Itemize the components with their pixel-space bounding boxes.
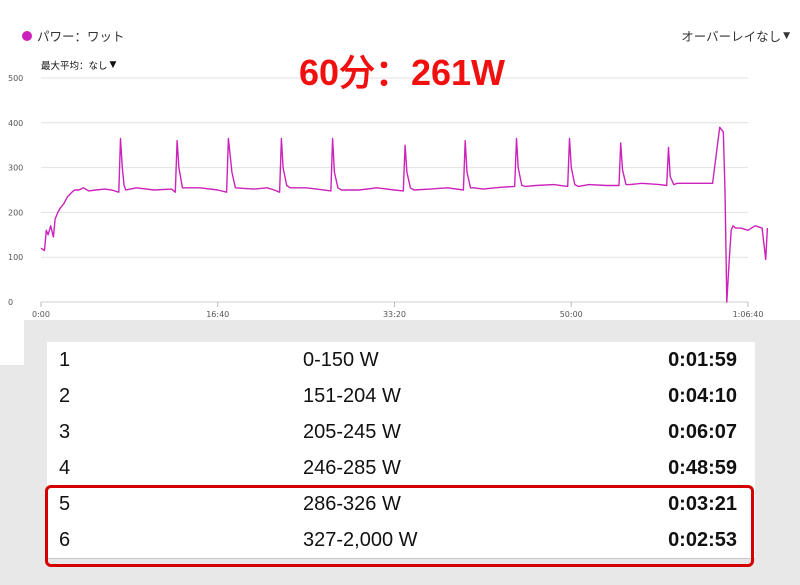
y-tick-label: 300 <box>8 164 23 173</box>
x-axis-ticks: 0:00 16:40 33:20 50:00 1:06:40 <box>32 302 763 319</box>
y-tick-label: 0 <box>8 298 13 307</box>
zone-number: 4 <box>59 456 71 479</box>
legend[interactable]: パワー：ワット <box>22 26 125 45</box>
zone-number: 6 <box>59 528 71 551</box>
zone-number: 5 <box>59 492 71 515</box>
zone-range: 205-245 W <box>303 420 401 443</box>
zone-range: 327-2,000 W <box>303 528 418 551</box>
y-tick-label: 400 <box>8 119 23 128</box>
x-tick-label: 16:40 <box>206 310 229 319</box>
zone-range: 246-285 W <box>303 456 401 479</box>
power-line <box>40 126 769 303</box>
overlay-label: オーバーレイなし <box>681 29 782 44</box>
y-tick-label: 200 <box>8 208 23 217</box>
table-row: 3 205-245 W 0:06:07 <box>47 414 755 451</box>
power-series <box>40 126 769 303</box>
zone-range: 151-204 W <box>303 384 401 407</box>
x-tick-label: 0:00 <box>32 310 50 319</box>
zone-time: 0:03:21 <box>668 492 737 515</box>
zone-time: 0:48:59 <box>668 456 737 479</box>
x-tick-label: 33:20 <box>383 310 406 319</box>
zone-number: 1 <box>59 348 71 371</box>
caret-down-icon: ▼ <box>783 30 790 41</box>
zone-time: 0:06:07 <box>668 420 737 443</box>
chart-title: 60分：261W <box>298 52 506 93</box>
table-row: 6 327-2,000 W 0:02:53 <box>47 522 755 559</box>
table-row: 4 246-285 W 0:48:59 <box>47 450 755 487</box>
legend-dot-icon <box>22 30 32 41</box>
table-row: 1 0-150 W 0:01:59 <box>47 342 755 379</box>
table-row: 5 286-326 W 0:03:21 <box>47 486 755 523</box>
x-tick-label: 50:00 <box>560 310 583 319</box>
zone-time: 0:01:59 <box>668 348 737 371</box>
zone-number: 2 <box>59 384 71 407</box>
overlay-dropdown[interactable]: オーバーレイなし ▼ <box>681 26 790 45</box>
x-tick-label: 1:06:40 <box>733 310 764 319</box>
zone-time: 0:04:10 <box>668 384 737 407</box>
zone-range: 0-150 W <box>303 348 379 371</box>
y-axis-ticks: 0100200300400500 <box>8 74 23 307</box>
zone-time: 0:02:53 <box>668 528 737 551</box>
legend-label: パワー：ワット <box>37 29 125 44</box>
zone-range: 286-326 W <box>303 492 401 515</box>
zone-number: 3 <box>59 420 71 443</box>
y-tick-label: 100 <box>8 253 23 262</box>
table-row: 2 151-204 W 0:04:10 <box>47 378 755 415</box>
